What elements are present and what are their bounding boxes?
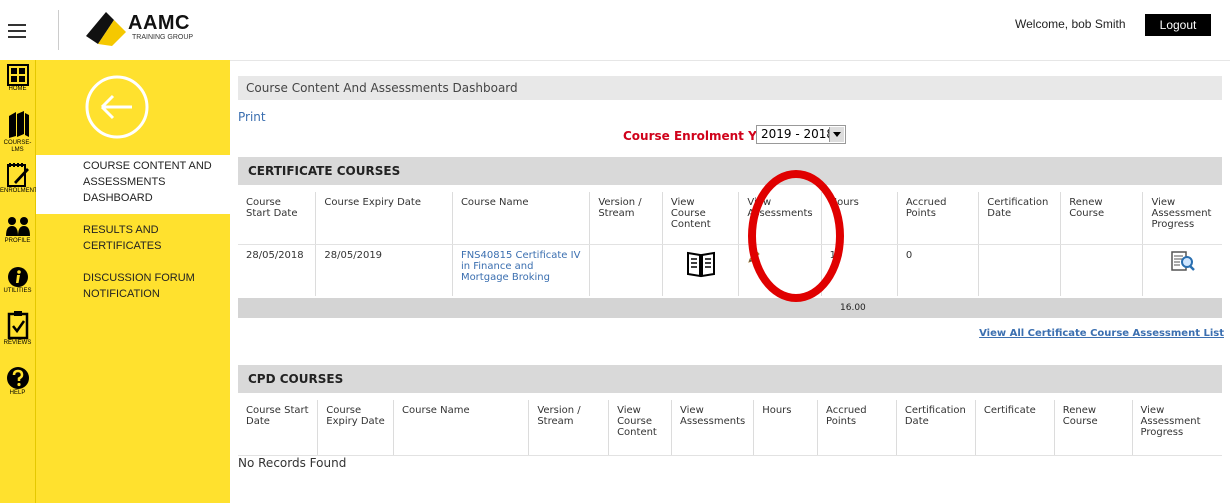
books-icon	[8, 111, 29, 138]
sidebar-item-label: ENROLMENTS	[0, 188, 42, 194]
column-header: Accrued Points	[817, 400, 897, 456]
icon-sidebar: HOME COURSE-LMS ENROLMENTS PROFILE UTILI…	[0, 60, 42, 503]
sidebar-item-enrolments[interactable]: ENROLMENTS	[0, 162, 42, 195]
column-header: Course Name	[452, 192, 591, 245]
course-name-link[interactable]: FNS40815 Certificate IV in Finance and M…	[452, 244, 591, 296]
certification-date-cell	[978, 244, 1062, 296]
column-header: Renew Course	[1060, 192, 1144, 245]
logo[interactable]: AAMC TRAINING GROUP	[84, 10, 214, 48]
column-header: Version / Stream	[528, 400, 610, 456]
column-header: View Course Content	[662, 192, 740, 245]
enrolment-year-label: Course Enrolment Year	[623, 129, 778, 143]
logo-mark-icon	[86, 12, 126, 46]
column-header: Version / Stream	[589, 192, 663, 245]
table-row: 28/05/2018 28/05/2019 FNS40815 Certifica…	[238, 244, 1222, 296]
divider	[58, 10, 59, 50]
column-header: Course Expiry Date	[317, 400, 395, 456]
page-title: Course Content And Assessments Dashboard	[238, 76, 1222, 100]
hamburger-menu-icon[interactable]	[8, 24, 26, 38]
sidebar-item-utilities[interactable]: UTILITIES	[0, 266, 35, 295]
notepad-pen-icon	[6, 163, 29, 187]
sidebar-item-profile[interactable]: PROFILE	[0, 216, 35, 245]
info-icon	[7, 267, 28, 287]
sidebar-item-label: PROFILE	[4, 238, 31, 244]
nav-link-results[interactable]: RESULTS AND CERTIFICATES	[83, 222, 193, 254]
view-content-cell	[662, 244, 740, 296]
people-icon	[5, 217, 30, 236]
assessment-progress-cell	[1143, 244, 1222, 296]
document-search-icon[interactable]	[1170, 250, 1196, 272]
annotation-circle	[748, 170, 844, 302]
sidebar-item-label: HELP	[9, 390, 26, 396]
enrolment-year-select[interactable]: 2019 - 2018	[756, 125, 846, 144]
column-header: View Assessment Progress	[1132, 400, 1222, 456]
column-header: Course Start Date	[238, 400, 319, 456]
main-content: Course Content And Assessments Dashboard…	[230, 60, 1230, 503]
column-header: Course Start Date	[238, 192, 317, 245]
logo-subtitle: TRAINING GROUP	[132, 34, 194, 41]
print-link[interactable]: Print	[238, 110, 266, 124]
chevron-down-icon[interactable]	[829, 127, 844, 142]
logout-button[interactable]: Logout	[1145, 14, 1211, 36]
sidebar-item-help[interactable]: HELP	[0, 366, 35, 397]
column-header: Renew Course	[1054, 400, 1133, 456]
column-header: Certificate	[975, 400, 1055, 456]
column-header: Accrued Points	[897, 192, 980, 245]
sidebar-item-reviews[interactable]: REVIEWS	[0, 310, 35, 347]
nav-link-course-content[interactable]: COURSE CONTENT AND ASSESSMENTS DASHBOARD	[83, 158, 223, 206]
column-header: View Assessments	[671, 400, 755, 456]
sidebar-item-label: HOME	[8, 86, 27, 92]
column-header: Certification Date	[978, 192, 1062, 245]
top-bar: AAMC TRAINING GROUP Welcome, bob Smith L…	[0, 0, 1230, 61]
subnav-background	[36, 214, 230, 503]
sidebar-item-label: UTILITIES	[3, 288, 32, 294]
column-header: Hours	[753, 400, 819, 456]
column-header: Course Name	[393, 400, 530, 456]
certificate-courses-table: Course Start Date Course Expiry Date Cou…	[238, 192, 1222, 296]
table-header-row: Course Start Date Course Expiry Date Cou…	[238, 400, 1222, 456]
sidebar-item-label: REVIEWS	[3, 340, 32, 346]
version-cell	[589, 244, 663, 296]
logo-text: AAMC	[128, 12, 190, 34]
column-header: Certification Date	[896, 400, 976, 456]
enrolment-year-value: 2019 - 2018	[761, 127, 835, 141]
start-date-cell: 28/05/2018	[238, 244, 317, 296]
question-icon	[6, 367, 29, 389]
sub-navigation: COURSE CONTENT AND ASSESSMENTS DASHBOARD…	[36, 60, 230, 503]
column-header: Course Expiry Date	[315, 192, 453, 245]
certificate-courses-heading: CERTIFICATE COURSES	[238, 157, 1222, 185]
renew-course-cell	[1060, 244, 1144, 296]
open-book-icon[interactable]	[686, 250, 716, 278]
cpd-courses-heading: CPD COURSES	[238, 365, 1222, 393]
welcome-text: Welcome, bob Smith	[1015, 17, 1126, 31]
sidebar-item-label: COURSE-LMS	[3, 140, 32, 153]
accrued-points-cell: 0	[897, 244, 980, 296]
total-row: 16.00	[238, 298, 1222, 318]
expiry-date-cell: 28/05/2019	[315, 244, 453, 296]
column-header: View Assessment Progress	[1142, 192, 1222, 245]
view-all-assessments-link[interactable]: View All Certificate Course Assessment L…	[979, 328, 1224, 339]
sidebar-item-course-lms[interactable]: COURSE-LMS	[0, 110, 35, 154]
clipboard-check-icon	[7, 311, 28, 340]
table-header-row: Course Start Date Course Expiry Date Cou…	[238, 192, 1222, 245]
total-hours: 16.00	[840, 303, 866, 313]
column-header: View Course Content	[608, 400, 673, 456]
cpd-courses-table: Course Start Date Course Expiry Date Cou…	[238, 400, 1222, 456]
back-arrow-icon[interactable]	[84, 74, 150, 140]
nav-link-discussion[interactable]: DISCUSSION FORUM NOTIFICATION	[83, 270, 223, 302]
no-records-text: No Records Found	[238, 456, 347, 470]
grid-icon	[6, 64, 29, 86]
sidebar-item-home[interactable]: HOME	[0, 64, 35, 93]
